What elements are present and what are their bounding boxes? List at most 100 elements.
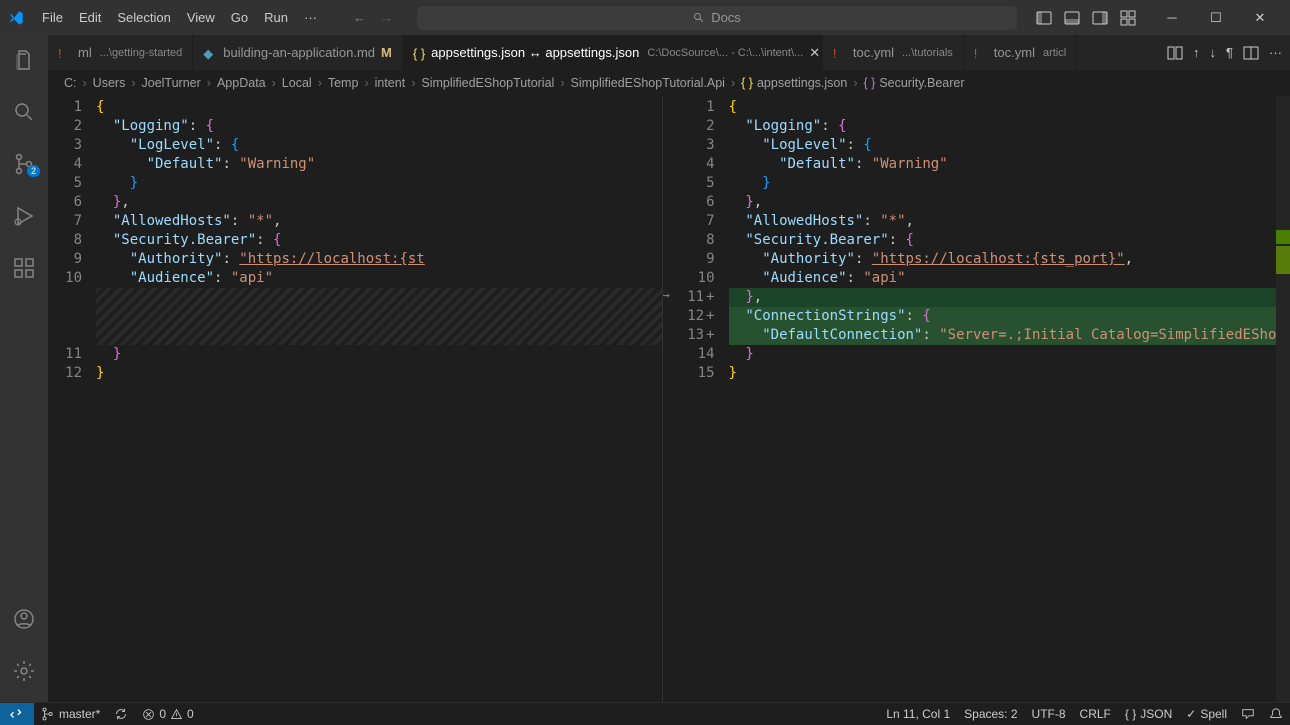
menu-run[interactable]: Run [256, 4, 296, 31]
nav-back-icon[interactable]: ← [353, 10, 366, 25]
scm-badge: 2 [27, 165, 40, 177]
close-button[interactable]: ✕ [1238, 0, 1282, 35]
settings-gear-icon[interactable] [0, 654, 48, 688]
encoding[interactable]: UTF-8 [1025, 703, 1073, 725]
encoding-text: UTF-8 [1032, 707, 1066, 721]
right-gutter: 123456789101112131415 [681, 96, 729, 702]
tab-label: toc.yml [994, 45, 1035, 60]
breadcrumb-item[interactable]: Local [282, 76, 312, 90]
braces-icon: { } [1125, 707, 1136, 721]
menu-edit[interactable]: Edit [71, 4, 109, 31]
overview-mark [1276, 246, 1290, 274]
chevron-right-icon: › [314, 76, 326, 90]
breadcrumb-item[interactable]: Users [93, 76, 126, 90]
breadcrumb-item[interactable]: Temp [328, 76, 359, 90]
breadcrumbs[interactable]: C:›Users›JoelTurner›AppData›Local›Temp›i… [48, 70, 1290, 96]
chevron-right-icon: › [79, 76, 91, 90]
file-icon: ! [833, 46, 847, 60]
next-change-icon[interactable]: ↓ [1210, 45, 1217, 60]
accounts-icon[interactable] [0, 602, 48, 636]
eol[interactable]: CRLF [1073, 703, 1118, 725]
file-icon: ◆ [203, 46, 217, 60]
nav-forward-icon[interactable]: → [380, 10, 393, 25]
chevron-right-icon: › [727, 76, 739, 90]
toggle-sidebar-icon[interactable] [1036, 10, 1052, 26]
split-editor-icon[interactable] [1243, 45, 1259, 61]
tab-label: ml [78, 45, 92, 60]
tab-description: C:\DocSource\... - C:\...\intent\... [647, 47, 803, 59]
minimize-button[interactable]: ─ [1150, 0, 1194, 35]
tab[interactable]: { }appsettings.json ↔ appsettings.jsonC:… [403, 35, 823, 70]
overview-mark [1276, 230, 1290, 244]
whitespace-icon[interactable]: ¶ [1226, 45, 1233, 60]
cursor-text: Ln 11, Col 1 [886, 707, 950, 721]
chevron-right-icon: › [127, 76, 139, 90]
menu-go[interactable]: Go [223, 4, 256, 31]
eol-text: CRLF [1080, 707, 1111, 721]
breadcrumb-item[interactable]: SimplifiedEShopTutorial.Api [570, 76, 724, 90]
breadcrumb-item[interactable]: { } appsettings.json [741, 76, 847, 90]
diff-right-pane[interactable]: → 123456789101112131415 { "Logging": { "… [663, 96, 1277, 702]
status-bar: master* 0 0 Ln 11, Col 1 Spaces: 2 UTF-8… [0, 702, 1290, 725]
check-icon: ✓ [1186, 707, 1196, 721]
cursor-position[interactable]: Ln 11, Col 1 [879, 703, 957, 725]
language-mode[interactable]: { } JSON [1118, 703, 1179, 725]
breadcrumb-item[interactable]: { } Security.Bearer [863, 76, 964, 90]
tab[interactable]: !toc.yml...\tutorials [823, 35, 964, 70]
breadcrumb-item[interactable]: intent [375, 76, 406, 90]
menu-selection[interactable]: Selection [109, 4, 178, 31]
main-menu: FileEditSelectionViewGoRun··· [34, 4, 325, 31]
maximize-button[interactable]: ☐ [1194, 0, 1238, 35]
more-actions-icon[interactable]: ··· [1269, 45, 1282, 60]
source-control-icon[interactable]: 2 [0, 147, 48, 181]
left-gutter: 123456789101112 [48, 96, 96, 702]
right-decor: → [663, 96, 681, 702]
search-icon[interactable] [0, 95, 48, 129]
close-tab-icon[interactable]: ✕ [809, 45, 820, 61]
prev-change-icon[interactable]: ↑ [1193, 45, 1200, 60]
customize-layout-icon[interactable] [1120, 10, 1136, 26]
problems[interactable]: 0 0 [135, 703, 200, 725]
sync-button[interactable] [107, 703, 135, 725]
run-debug-icon[interactable] [0, 199, 48, 233]
remote-indicator[interactable] [0, 703, 34, 725]
indentation[interactable]: Spaces: 2 [957, 703, 1024, 725]
chevron-right-icon: › [268, 76, 280, 90]
tab[interactable]: ◆building-an-application.md M [193, 35, 403, 70]
nav-arrows: ← → [353, 10, 393, 25]
overview-ruler[interactable] [1276, 96, 1290, 702]
menu-view[interactable]: View [179, 4, 223, 31]
spell-text: Spell [1200, 707, 1227, 721]
command-center-search[interactable]: Docs [417, 6, 1017, 30]
git-branch[interactable]: master* [34, 703, 107, 725]
breadcrumb-item[interactable]: SimplifiedEShopTutorial [421, 76, 554, 90]
tab[interactable]: ! toc.yml articl [964, 35, 1077, 70]
breadcrumb-item[interactable]: JoelTurner [142, 76, 201, 90]
breadcrumb-item[interactable]: C: [64, 76, 77, 90]
notifications-bell-icon[interactable] [1262, 703, 1290, 725]
branch-name: master* [59, 707, 100, 721]
feedback-icon[interactable] [1234, 703, 1262, 725]
chevron-right-icon: › [407, 76, 419, 90]
tab[interactable]: !ml...\getting-started [48, 35, 193, 70]
menu-···[interactable]: ··· [296, 4, 325, 31]
tab-description: articl [1043, 47, 1066, 59]
modified-indicator: M [381, 45, 392, 60]
breadcrumb-item[interactable]: AppData [217, 76, 266, 90]
diff-left-pane[interactable]: 123456789101112 { "Logging": { "LogLevel… [48, 96, 662, 702]
warning-count: 0 [187, 707, 194, 721]
right-code[interactable]: { "Logging": { "LogLevel": { "Default": … [729, 96, 1277, 702]
diff-arrow-icon[interactable]: → [663, 288, 670, 302]
file-icon: ! [974, 46, 988, 60]
editor-tabs: !ml...\getting-started◆building-an-appli… [48, 35, 1290, 70]
diff-editor: 123456789101112 { "Logging": { "LogLevel… [48, 96, 1290, 702]
spell-check[interactable]: ✓ Spell [1179, 703, 1234, 725]
toggle-secondary-icon[interactable] [1092, 10, 1108, 26]
menu-file[interactable]: File [34, 4, 71, 31]
compare-icon[interactable] [1167, 45, 1183, 61]
file-icon: ! [58, 46, 72, 60]
explorer-icon[interactable] [0, 43, 48, 77]
extensions-icon[interactable] [0, 251, 48, 285]
left-code[interactable]: { "Logging": { "LogLevel": { "Default": … [96, 96, 662, 702]
toggle-panel-icon[interactable] [1064, 10, 1080, 26]
